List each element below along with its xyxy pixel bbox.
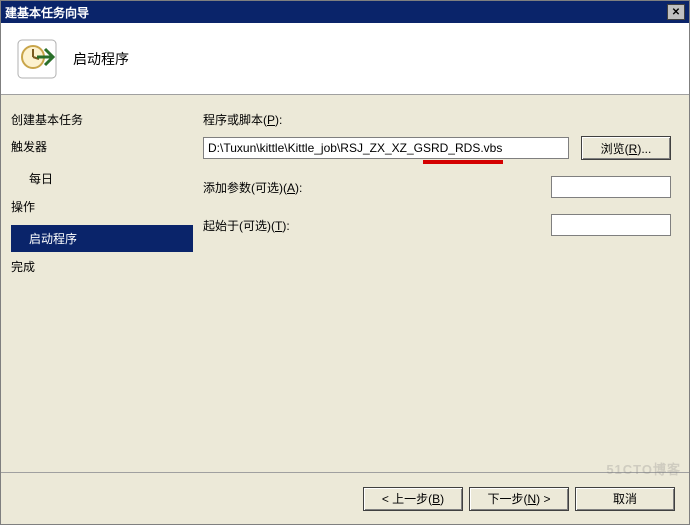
close-button[interactable]: ✕ (667, 4, 685, 20)
wizard-window: 建基本任务向导 ✕ 启动程序 创建基本任务 触发器 每日 操作 启动程序 完成 (0, 0, 690, 525)
program-script-row: 浏览(R)... (203, 136, 671, 160)
step-start-program[interactable]: 启动程序 (11, 225, 193, 252)
step-trigger[interactable]: 触发器 (11, 138, 193, 155)
next-button[interactable]: 下一步(N) > (469, 487, 569, 511)
arguments-label: 添加参数(可选)(A): (203, 179, 333, 196)
step-create-basic-task[interactable]: 创建基本任务 (11, 111, 193, 128)
step-finish[interactable]: 完成 (11, 258, 193, 275)
step-action[interactable]: 操作 (11, 198, 193, 215)
cancel-button[interactable]: 取消 (575, 487, 675, 511)
clock-arrow-icon (15, 37, 59, 81)
wizard-steps-sidebar: 创建基本任务 触发器 每日 操作 启动程序 完成 (1, 95, 193, 472)
startin-input[interactable] (551, 214, 671, 236)
back-button[interactable]: < 上一步(B) (363, 487, 463, 511)
program-script-label: 程序或脚本(P): (203, 111, 671, 128)
wizard-form: 程序或脚本(P): 浏览(R)... 添加参数(可选)(A): 起始于(可选)(… (193, 95, 689, 472)
step-trigger-daily[interactable]: 每日 (11, 165, 193, 192)
arguments-row: 添加参数(可选)(A): (203, 176, 671, 198)
browse-button[interactable]: 浏览(R)... (581, 136, 671, 160)
arguments-input[interactable] (551, 176, 671, 198)
wizard-header: 启动程序 (1, 23, 689, 95)
window-title: 建基本任务向导 (5, 4, 89, 21)
page-title: 启动程序 (73, 49, 129, 69)
program-script-input[interactable] (203, 137, 569, 159)
startin-label: 起始于(可选)(T): (203, 217, 333, 234)
wizard-footer: < 上一步(B) 下一步(N) > 取消 (1, 472, 689, 524)
startin-row: 起始于(可选)(T): (203, 214, 671, 236)
title-bar: 建基本任务向导 ✕ (1, 1, 689, 23)
